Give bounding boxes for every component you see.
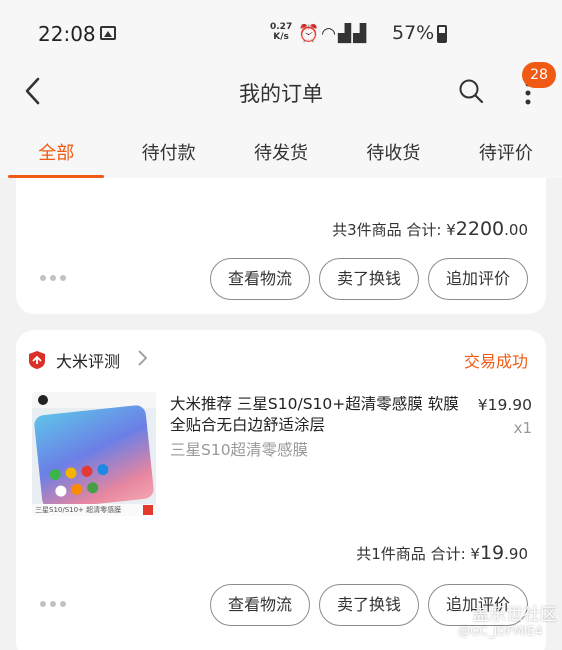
product-title[interactable]: 大米推荐 三星S10/S10+超清零感膜 软膜全贴合无白边舒适涂层 bbox=[170, 394, 470, 436]
order-total: 共3件商品 合计: ¥2200.00 bbox=[332, 218, 528, 240]
tab-pending-shipment[interactable]: 待发货 bbox=[225, 122, 337, 178]
order-status: 交易成功 bbox=[463, 352, 528, 371]
battery-icon bbox=[437, 25, 447, 43]
more-actions-icon[interactable] bbox=[40, 600, 66, 608]
order-total-label: 共3件商品 合计: ¥ bbox=[332, 221, 456, 239]
alarm-icon: ⏰ bbox=[298, 24, 322, 44]
status-icons: ⏰◠▟▟ bbox=[298, 24, 368, 44]
notification-badge: 28 bbox=[522, 62, 556, 88]
add-review-button[interactable]: 追加评价 bbox=[428, 258, 528, 300]
status-time: 22:08 bbox=[38, 22, 96, 46]
view-logistics-button[interactable]: 查看物流 bbox=[210, 584, 310, 626]
watermark-handle: @GC_JDFMIE4 bbox=[458, 624, 543, 638]
resell-button[interactable]: 卖了换钱 bbox=[319, 258, 419, 300]
order-tabs: 全部 待付款 待发货 待收货 待评价 bbox=[0, 122, 562, 178]
tab-pending-review[interactable]: 待评价 bbox=[450, 122, 562, 178]
product-thumbnail[interactable]: 三星S10/S10+ 超清零感膜 bbox=[32, 392, 156, 516]
tab-all[interactable]: 全部 bbox=[0, 122, 112, 178]
watermark-text: 盖乐世社区 bbox=[472, 605, 557, 625]
search-icon[interactable] bbox=[458, 78, 484, 104]
order-card: 大米评测 交易成功 三星S10/S10+ 超清零感膜 大米推荐 三星S10/S1… bbox=[16, 330, 546, 650]
network-rate-unit: K/s bbox=[273, 32, 289, 42]
network-rate: 0.27 K/s bbox=[270, 22, 292, 42]
tab-pending-receipt[interactable]: 待收货 bbox=[337, 122, 449, 178]
chevron-right-icon[interactable] bbox=[136, 349, 148, 367]
product-price: ¥19.90 bbox=[477, 396, 532, 414]
gallery-notification-icon bbox=[100, 26, 116, 40]
app-header: 我的订单 28 bbox=[0, 62, 562, 122]
network-rate-value: 0.27 bbox=[270, 22, 293, 32]
order-total-label: 共1件商品 合计: ¥ bbox=[356, 545, 480, 563]
shop-icon bbox=[29, 351, 45, 369]
product-sku: 三星S10超清零感膜 bbox=[170, 441, 309, 459]
tab-pending-payment[interactable]: 待付款 bbox=[112, 122, 224, 178]
resell-button[interactable]: 卖了换钱 bbox=[319, 584, 419, 626]
phone-image bbox=[33, 404, 155, 510]
status-bar: 22:08 0.27 K/s ⏰◠▟▟ 57% bbox=[0, 0, 562, 62]
order-total-amount: 19 bbox=[479, 542, 505, 564]
wifi-icon: ◠ bbox=[321, 24, 339, 44]
product-quantity: x1 bbox=[513, 419, 532, 437]
thumbnail-caption: 三星S10/S10+ 超清零感膜 bbox=[32, 504, 156, 516]
shop-name[interactable]: 大米评测 bbox=[56, 348, 120, 372]
thumbnail-caption-text: 三星S10/S10+ 超清零感膜 bbox=[35, 506, 122, 514]
order-total: 共1件商品 合计: ¥19.90 bbox=[356, 542, 528, 564]
battery-percent: 57% bbox=[392, 22, 435, 44]
view-logistics-button[interactable]: 查看物流 bbox=[210, 258, 310, 300]
order-total-amount: 2200 bbox=[455, 218, 505, 240]
signal-icon: ▟▟ bbox=[338, 24, 369, 44]
order-total-cents: .90 bbox=[504, 545, 528, 563]
order-card: 共3件商品 合计: ¥2200.00 查看物流 卖了换钱 追加评价 bbox=[16, 178, 546, 314]
order-total-cents: .00 bbox=[504, 221, 528, 239]
more-actions-icon[interactable] bbox=[40, 274, 66, 282]
